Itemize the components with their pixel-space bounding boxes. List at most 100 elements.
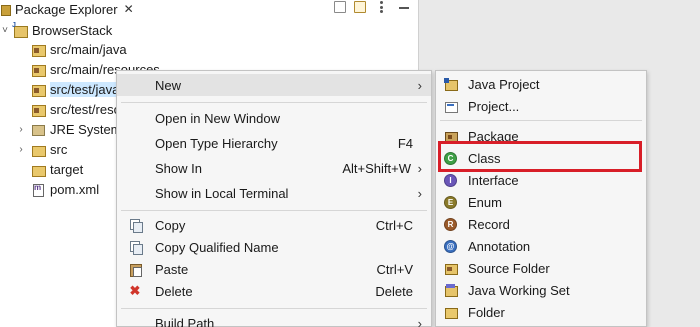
tab-title: Package Explorer bbox=[15, 1, 118, 17]
package-icon bbox=[444, 130, 458, 143]
menu-item-shortcut: Ctrl+C bbox=[375, 217, 413, 233]
submenu-arrow-icon: › bbox=[417, 77, 422, 93]
menu-item-shortcut: Delete bbox=[375, 283, 413, 299]
menu-item-label: Show in Local Terminal bbox=[155, 185, 289, 201]
collapsed-chevron-icon[interactable]: › bbox=[16, 144, 26, 155]
view-menu-icon[interactable] bbox=[380, 1, 384, 13]
submenu-item-project[interactable]: Project... bbox=[436, 95, 646, 117]
menu-item-label: Build Path bbox=[155, 315, 215, 327]
menu-item-label: Show In bbox=[155, 160, 202, 176]
menu-separator bbox=[121, 308, 427, 309]
source-folder-icon bbox=[32, 64, 46, 77]
tree-node-label: src/main/java bbox=[50, 41, 127, 57]
menu-item-shortcut: Alt+Shift+W bbox=[342, 160, 411, 176]
menu-item-label: Open in New Window bbox=[155, 110, 280, 126]
submenu-item-source-folder[interactable]: Source Folder bbox=[436, 257, 646, 279]
link-with-editor-icon[interactable] bbox=[354, 1, 366, 13]
tree-node-selected[interactable]: src/test/java bbox=[32, 79, 120, 99]
menu-item-shortcut: F4 bbox=[397, 135, 413, 151]
submenu-item-java-working-set[interactable]: Java Working Set bbox=[436, 279, 646, 301]
java-project-icon bbox=[12, 22, 28, 38]
menu-item-show-in-local-terminal[interactable]: Show in Local Terminal › bbox=[117, 182, 431, 204]
project-label: BrowserStack bbox=[32, 22, 113, 38]
menu-item-shortcut: Ctrl+V bbox=[376, 261, 413, 277]
submenu-item-label: Package bbox=[468, 128, 519, 144]
source-folder-icon bbox=[32, 84, 46, 97]
tree-node[interactable]: target bbox=[32, 159, 83, 179]
submenu-item-label: Enum bbox=[468, 194, 502, 210]
tree-node-label: src bbox=[50, 141, 68, 157]
menu-item-label: Open Type Hierarchy bbox=[155, 135, 278, 151]
menu-item-open-type-hierarchy[interactable]: Open Type Hierarchy F4 bbox=[117, 132, 431, 154]
view-tab-bar: Package Explorer ✕ bbox=[0, 0, 429, 18]
collapsed-chevron-icon[interactable]: › bbox=[16, 124, 26, 135]
submenu-arrow-icon: › bbox=[417, 315, 422, 327]
menu-item-label: Copy bbox=[155, 217, 186, 233]
menu-item-label: Copy Qualified Name bbox=[155, 239, 279, 255]
close-icon[interactable]: ✕ bbox=[124, 2, 134, 16]
submenu-item-label: Java Project bbox=[468, 76, 540, 92]
menu-item-delete[interactable]: ✖ Delete Delete bbox=[117, 280, 431, 302]
submenu-item-annotation[interactable]: @ Annotation bbox=[436, 235, 646, 257]
working-set-icon bbox=[444, 283, 458, 297]
menu-item-label: Paste bbox=[155, 261, 189, 277]
annotation-icon: @ bbox=[444, 239, 457, 253]
submenu-item-enum[interactable]: E Enum bbox=[436, 191, 646, 213]
submenu-item-label: Java Working Set bbox=[468, 282, 570, 298]
submenu-arrow-icon: › bbox=[417, 160, 422, 176]
submenu-arrow-icon: › bbox=[417, 185, 422, 201]
submenu-item-label: Annotation bbox=[468, 238, 531, 254]
folder-icon bbox=[32, 144, 46, 157]
delete-icon: ✖ bbox=[129, 283, 141, 298]
menu-item-show-in[interactable]: Show In Alt+Shift+W › bbox=[117, 157, 431, 179]
context-menu: New › Open in New Window Open Type Hiera… bbox=[116, 70, 432, 327]
submenu-item-label: Interface bbox=[468, 172, 519, 188]
project-icon bbox=[444, 100, 458, 113]
source-folder-icon bbox=[444, 262, 458, 275]
tree-node[interactable]: › src bbox=[16, 139, 67, 159]
tree-node-label: src/test/java bbox=[50, 81, 120, 97]
submenu-item-label: Class bbox=[468, 150, 501, 166]
folder-icon bbox=[444, 306, 458, 319]
submenu-item-package[interactable]: Package bbox=[436, 125, 646, 147]
submenu-item-folder[interactable]: Folder bbox=[436, 301, 646, 323]
menu-item-paste[interactable]: Paste Ctrl+V bbox=[117, 258, 431, 280]
java-project-icon bbox=[444, 77, 458, 91]
library-icon bbox=[32, 124, 45, 136]
submenu-item-label: Record bbox=[468, 216, 510, 232]
menu-item-build-path[interactable]: Build Path › bbox=[117, 312, 431, 327]
tree-node-label: pom.xml bbox=[50, 181, 100, 197]
copy-qualified-name-icon bbox=[129, 241, 143, 255]
submenu-item-label: Folder bbox=[468, 304, 505, 320]
enum-icon: E bbox=[444, 195, 457, 209]
submenu-item-label: Source Folder bbox=[468, 260, 550, 276]
package-explorer-icon bbox=[1, 3, 11, 16]
source-folder-icon bbox=[32, 104, 46, 117]
submenu-item-class[interactable]: C Class bbox=[436, 147, 646, 169]
tree-node[interactable]: src/main/java bbox=[32, 39, 127, 59]
folder-icon bbox=[32, 164, 46, 177]
class-icon: C bbox=[444, 151, 457, 165]
tree-node-project[interactable]: ˅ BrowserStack bbox=[0, 20, 112, 40]
maven-file-icon bbox=[32, 183, 44, 197]
menu-item-label: Delete bbox=[155, 283, 193, 299]
minimize-icon[interactable] bbox=[398, 1, 410, 13]
submenu-item-java-project[interactable]: Java Project bbox=[436, 73, 646, 95]
menu-item-open-new-window[interactable]: Open in New Window bbox=[117, 107, 431, 129]
submenu-item-record[interactable]: R Record bbox=[436, 213, 646, 235]
paste-icon bbox=[129, 263, 142, 277]
menu-item-copy[interactable]: Copy Ctrl+C bbox=[117, 214, 431, 236]
package-explorer-tab[interactable]: Package Explorer ✕ bbox=[0, 0, 134, 18]
expanded-chevron-icon[interactable]: ˅ bbox=[0, 25, 10, 36]
interface-icon: I bbox=[444, 173, 457, 187]
tree-node[interactable]: pom.xml bbox=[32, 179, 99, 199]
menu-item-copy-qualified-name[interactable]: Copy Qualified Name bbox=[117, 236, 431, 258]
menu-item-label: New bbox=[155, 77, 182, 93]
menu-separator bbox=[440, 120, 642, 121]
record-icon: R bbox=[444, 217, 457, 231]
submenu-item-interface[interactable]: I Interface bbox=[436, 169, 646, 191]
menu-separator bbox=[121, 102, 427, 103]
copy-icon bbox=[129, 219, 143, 233]
collapse-all-icon[interactable] bbox=[334, 1, 346, 13]
menu-item-new[interactable]: New › bbox=[117, 74, 431, 96]
